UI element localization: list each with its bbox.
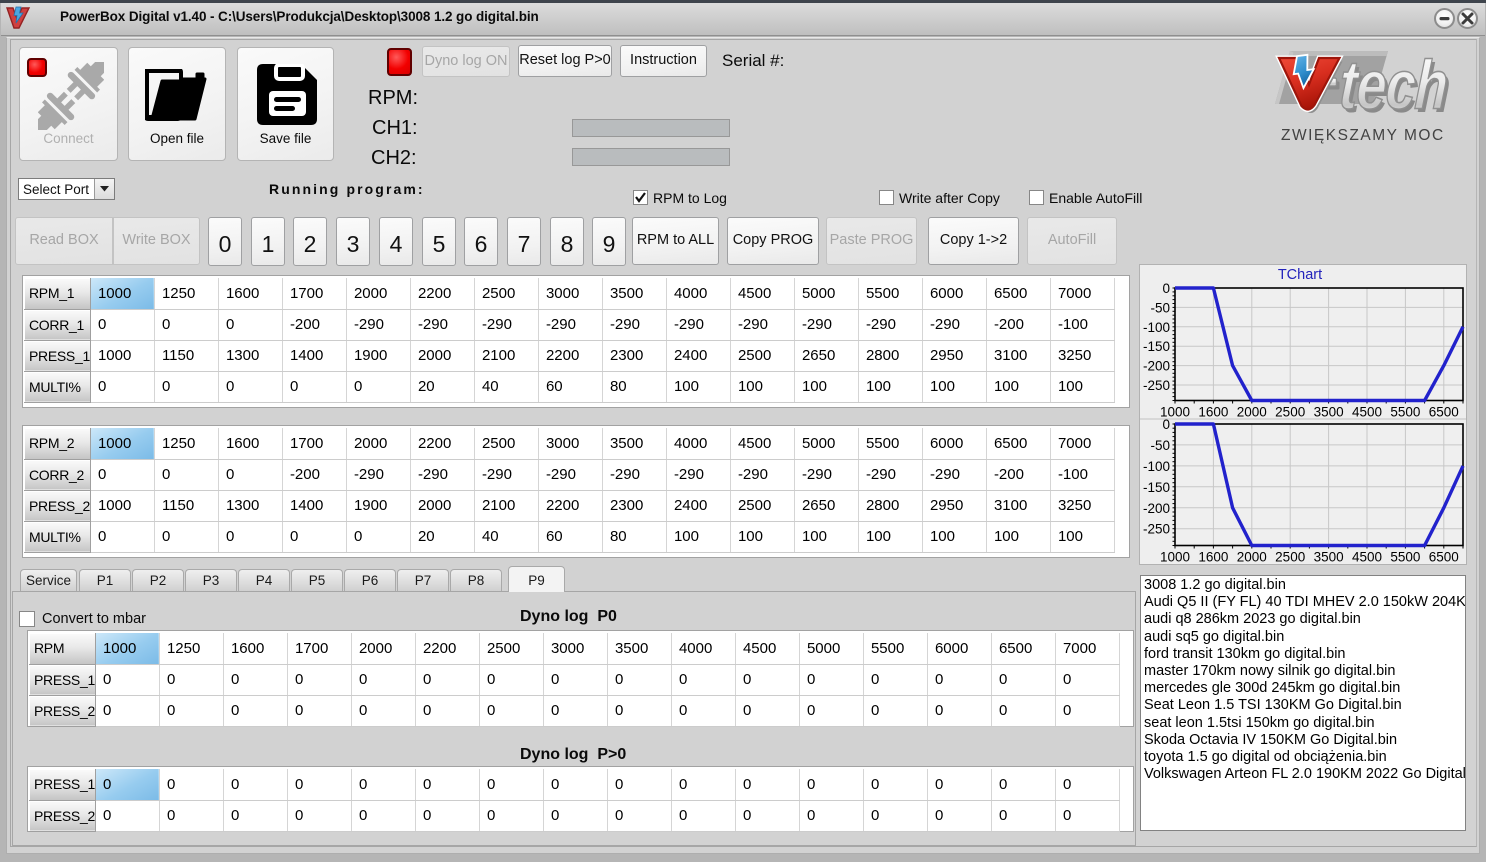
svg-text:6500: 6500 xyxy=(1429,405,1459,420)
svg-text:-150: -150 xyxy=(1143,480,1170,495)
svg-text:5500: 5500 xyxy=(1390,405,1420,420)
svg-text:2500: 2500 xyxy=(1275,405,1305,420)
svg-text:-100: -100 xyxy=(1143,459,1170,474)
svg-text:-200: -200 xyxy=(1143,501,1170,516)
svg-text:-50: -50 xyxy=(1150,300,1170,315)
svg-text:1600: 1600 xyxy=(1198,550,1228,565)
svg-text:3500: 3500 xyxy=(1314,550,1344,565)
svg-text:-250: -250 xyxy=(1143,378,1170,393)
svg-text:-100: -100 xyxy=(1143,320,1170,335)
svg-text:tech: tech xyxy=(1338,47,1450,124)
svg-text:4500: 4500 xyxy=(1352,550,1382,565)
svg-text:1600: 1600 xyxy=(1198,405,1228,420)
svg-text:4500: 4500 xyxy=(1352,405,1382,420)
svg-text:0: 0 xyxy=(1162,281,1170,296)
svg-text:2000: 2000 xyxy=(1237,405,1267,420)
svg-text:5500: 5500 xyxy=(1390,550,1420,565)
svg-text:2500: 2500 xyxy=(1275,550,1305,565)
svg-text:-250: -250 xyxy=(1143,522,1170,537)
svg-text:0: 0 xyxy=(1162,417,1170,432)
svg-text:2000: 2000 xyxy=(1237,550,1267,565)
svg-text:-150: -150 xyxy=(1143,339,1170,354)
svg-text:1000: 1000 xyxy=(1160,550,1190,565)
svg-text:3500: 3500 xyxy=(1314,405,1344,420)
svg-text:ZWIĘKSZAMY MOC: ZWIĘKSZAMY MOC xyxy=(1281,127,1445,144)
svg-text:TChart: TChart xyxy=(1278,267,1322,283)
svg-text:6500: 6500 xyxy=(1429,550,1459,565)
svg-text:-50: -50 xyxy=(1150,438,1170,453)
svg-text:-200: -200 xyxy=(1143,359,1170,374)
